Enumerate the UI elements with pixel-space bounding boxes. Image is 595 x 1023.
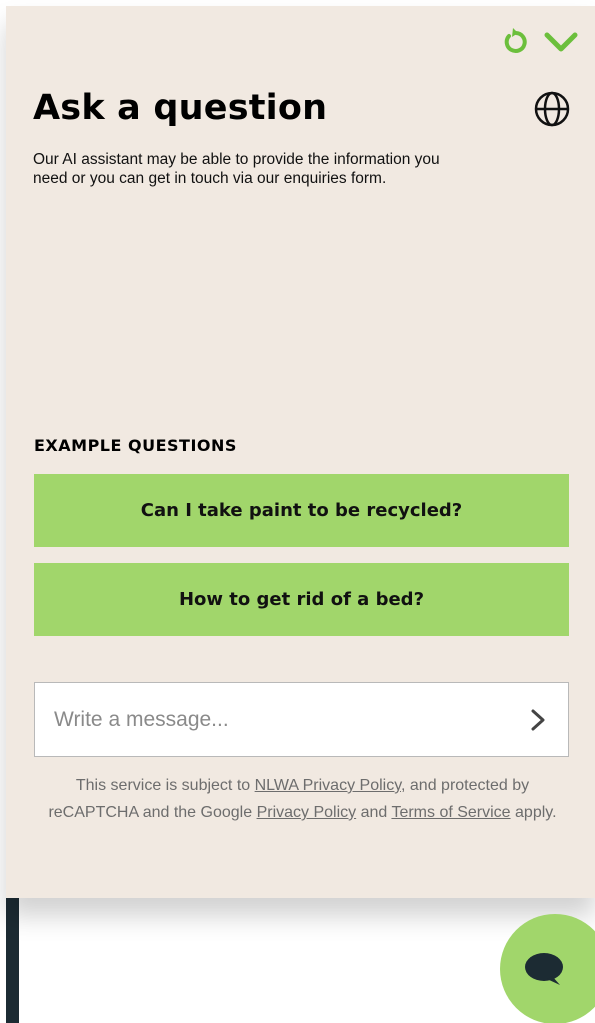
message-input[interactable]: [35, 683, 508, 756]
message-composer: [34, 682, 569, 757]
nlwa-privacy-policy-link[interactable]: NLWA Privacy Policy: [255, 777, 401, 794]
refresh-button[interactable]: [497, 24, 533, 60]
send-button[interactable]: [508, 683, 568, 756]
terms-of-service-link[interactable]: Terms of Service: [391, 804, 510, 821]
chat-panel: Ask a question Our AI assistant may be a…: [6, 6, 595, 898]
chat-launcher-button[interactable]: [500, 914, 595, 1023]
chevron-down-icon: [544, 32, 578, 52]
page: Ask a question Our AI assistant may be a…: [0, 0, 595, 1023]
example-question-button[interactable]: How to get rid of a bed?: [34, 563, 569, 636]
globe-icon: [534, 91, 570, 127]
legal-text: apply.: [510, 804, 557, 821]
collapse-button[interactable]: [543, 24, 579, 60]
google-privacy-policy-link[interactable]: Privacy Policy: [257, 804, 357, 821]
intro-text: Our AI assistant may be able to provide …: [33, 151, 440, 187]
refresh-icon: [504, 28, 527, 53]
panel-controls: [497, 24, 579, 60]
language-button[interactable]: [533, 90, 571, 128]
example-question-button[interactable]: Can I take paint to be recycled?: [34, 474, 569, 547]
panel-title: Ask a question: [33, 88, 328, 128]
legal-text: and: [356, 804, 392, 821]
legal-notice: This service is subject to NLWA Privacy …: [34, 772, 571, 826]
example-questions-heading: EXAMPLE QUESTIONS: [34, 436, 237, 455]
chevron-right-icon: [531, 709, 545, 730]
chat-bubble-icon: [525, 953, 563, 985]
background-sidebar-edge: [6, 898, 19, 1023]
legal-text: This service is subject to: [75, 777, 255, 794]
